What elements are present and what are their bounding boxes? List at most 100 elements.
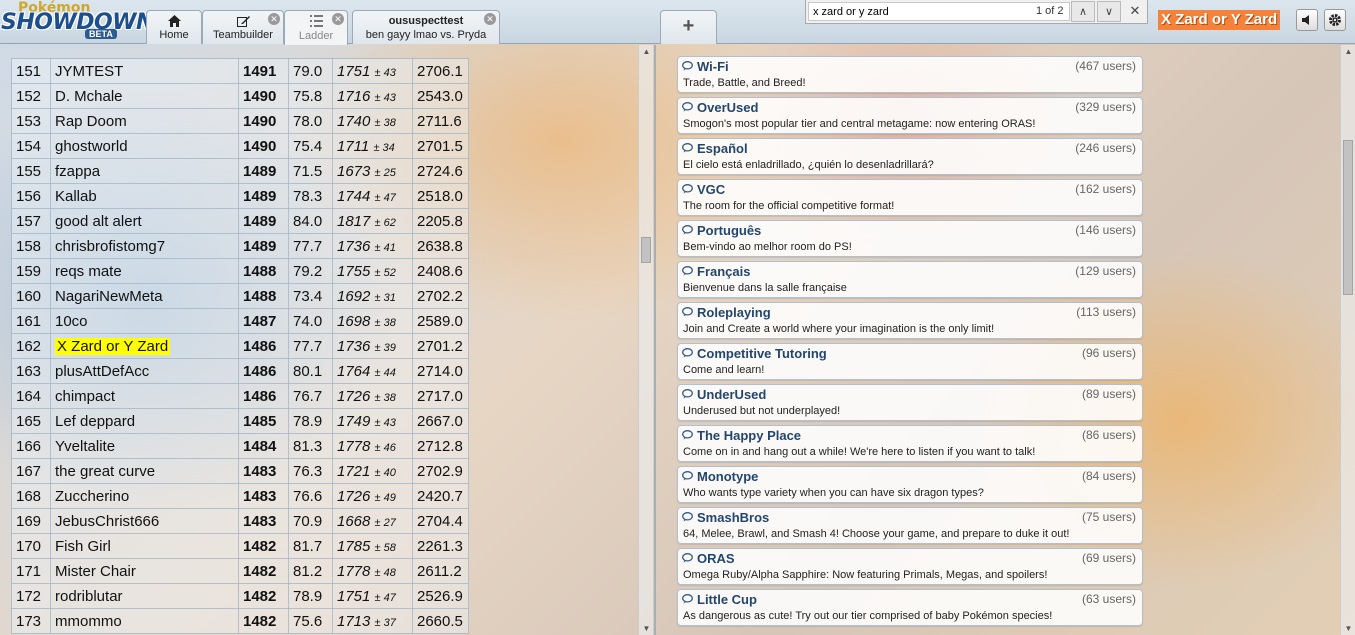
player-name-cell[interactable]: reqs mate	[50, 258, 239, 284]
new-tab-button[interactable]: +	[660, 10, 717, 44]
showdown-logo[interactable]: Pokémon SHOWDOWN BETA	[0, 0, 154, 44]
find-close-button[interactable]: ✕	[1126, 3, 1144, 21]
room-name-text[interactable]: Português	[697, 223, 761, 238]
tab-teambuilder[interactable]: Teambuilder ✕	[202, 10, 284, 44]
player-name-cell[interactable]: JYMTEST	[50, 58, 239, 84]
room-name[interactable]: Roleplaying	[682, 305, 771, 320]
room-name-text[interactable]: Français	[697, 264, 750, 279]
scroll-down-arrow[interactable]: ▼	[1341, 624, 1355, 633]
room-name-text[interactable]: UnderUsed	[697, 387, 766, 402]
room-name[interactable]: UnderUsed	[682, 387, 766, 402]
player-name[interactable]: chrisbrofistomg7	[55, 238, 165, 255]
room-name-text[interactable]: OverUsed	[697, 100, 758, 115]
player-name[interactable]: 10co	[55, 313, 88, 330]
player-name-cell[interactable]: 10co	[50, 308, 239, 334]
player-name[interactable]: Kallab	[55, 188, 97, 205]
room-name[interactable]: OverUsed	[682, 100, 758, 115]
tab-home[interactable]: Home	[146, 10, 202, 44]
player-name[interactable]: Yveltalite	[55, 438, 115, 455]
room-name-text[interactable]: Competitive Tutoring	[697, 346, 827, 361]
player-name[interactable]: JebusChrist666	[55, 513, 159, 530]
player-name-cell[interactable]: D. Mchale	[50, 83, 239, 109]
player-name[interactable]: Zuccherino	[55, 488, 129, 505]
tab-battle[interactable]: oususpecttest ben gayy lmao vs. Pryda ✕	[352, 10, 500, 44]
player-name-cell[interactable]: NagariNewMeta	[50, 283, 239, 309]
close-icon[interactable]: ✕	[332, 13, 344, 25]
player-name-cell[interactable]: rodriblutar	[50, 583, 239, 609]
find-previous-button[interactable]: ∧	[1071, 1, 1095, 22]
player-name-cell[interactable]: the great curve	[50, 458, 239, 484]
room-name[interactable]: ORAS	[682, 551, 735, 566]
scroll-up-arrow[interactable]: ▲	[1341, 47, 1355, 56]
player-name[interactable]: good alt alert	[55, 213, 142, 230]
room-name-text[interactable]: VGC	[697, 182, 725, 197]
player-name[interactable]: Mister Chair	[55, 563, 136, 580]
player-name-cell[interactable]: Zuccherino	[50, 483, 239, 509]
room-entry[interactable]: Roleplaying (113 users) Join and Create a …	[677, 302, 1143, 339]
room-name[interactable]: Français	[682, 264, 750, 279]
room-entry[interactable]: Wi-Fi (467 users) Trade, Battle, and Breed…	[677, 56, 1143, 93]
player-name-cell[interactable]: X Zard or Y Zard	[50, 333, 239, 359]
player-name-cell[interactable]: plusAttDefAcc	[50, 358, 239, 384]
player-name[interactable]: plusAttDefAcc	[55, 363, 149, 380]
room-entry[interactable]: Français (129 users) Bienvenue dans la sal…	[677, 261, 1143, 298]
room-name-text[interactable]: Little Cup	[697, 592, 757, 607]
room-entry[interactable]: The Happy Place (86 users) Come on in and …	[677, 425, 1143, 462]
room-name-text[interactable]: ORAS	[697, 551, 735, 566]
room-name-text[interactable]: The Happy Place	[697, 428, 801, 443]
ladder-scroll-thumb[interactable]	[641, 237, 651, 263]
player-name[interactable]: NagariNewMeta	[55, 288, 163, 305]
player-name[interactable]: reqs mate	[55, 263, 122, 280]
panel-divider[interactable]	[654, 45, 656, 635]
player-name[interactable]: fzappa	[55, 163, 100, 180]
room-name-text[interactable]: Español	[697, 141, 748, 156]
room-entry[interactable]: OverUsed (329 users) Smogon's most popular…	[677, 97, 1143, 134]
username-button[interactable]: X Zard or Y Zard	[1158, 10, 1281, 30]
player-name-cell[interactable]: fzappa	[50, 158, 239, 184]
ladder-scrollbar[interactable]: ▲ ▼	[638, 45, 653, 635]
room-name-text[interactable]: Wi-Fi	[697, 59, 729, 74]
room-entry[interactable]: Monotype (84 users) Who wants type variety…	[677, 466, 1143, 503]
player-name[interactable]: Lef deppard	[55, 413, 135, 430]
tab-ladder[interactable]: Ladder ✕	[284, 10, 348, 45]
rooms-scrollbar[interactable]: ▲ ▼	[1340, 45, 1355, 635]
find-input[interactable]	[808, 2, 1070, 21]
room-name[interactable]: The Happy Place	[682, 428, 801, 443]
player-name-cell[interactable]: ghostworld	[50, 133, 239, 159]
player-name[interactable]: JYMTEST	[55, 63, 123, 80]
player-name-cell[interactable]: Yveltalite	[50, 433, 239, 459]
room-name[interactable]: Little Cup	[682, 592, 757, 607]
room-name[interactable]: Português	[682, 223, 761, 238]
rooms-scroll-thumb[interactable]	[1343, 140, 1353, 295]
close-icon[interactable]: ✕	[484, 13, 496, 25]
find-next-button[interactable]: ∨	[1097, 1, 1121, 22]
room-entry[interactable]: ORAS (69 users) Omega Ruby/Alpha Sapphire:…	[677, 548, 1143, 585]
player-name-cell[interactable]: Fish Girl	[50, 533, 239, 559]
player-name-cell[interactable]: Kallab	[50, 183, 239, 209]
player-name-cell[interactable]: Lef deppard	[50, 408, 239, 434]
room-name[interactable]: VGC	[682, 182, 725, 197]
scroll-down-arrow[interactable]: ▼	[639, 624, 654, 633]
room-entry[interactable]: Competitive Tutoring (96 users) Come and l…	[677, 343, 1143, 380]
player-name[interactable]: Rap Doom	[55, 113, 127, 130]
room-entry[interactable]: SmashBros (75 users) 64, Melee, Brawl, and…	[677, 507, 1143, 544]
room-name[interactable]: Competitive Tutoring	[682, 346, 827, 361]
room-entry[interactable]: UnderUsed (89 users) Underused but not und…	[677, 384, 1143, 421]
player-name[interactable]: ghostworld	[55, 138, 128, 155]
player-name-cell[interactable]: good alt alert	[50, 208, 239, 234]
speaker-icon[interactable]	[1296, 9, 1318, 31]
room-name-text[interactable]: Monotype	[697, 469, 758, 484]
player-name[interactable]: the great curve	[55, 463, 155, 480]
room-name[interactable]: SmashBros	[682, 510, 769, 525]
gear-icon[interactable]	[1324, 9, 1346, 31]
player-name[interactable]: rodriblutar	[55, 588, 123, 605]
scroll-up-arrow[interactable]: ▲	[639, 47, 654, 56]
room-name[interactable]: Español	[682, 141, 748, 156]
player-name[interactable]: D. Mchale	[55, 88, 123, 105]
player-name-cell[interactable]: Mister Chair	[50, 558, 239, 584]
room-name[interactable]: Wi-Fi	[682, 59, 729, 74]
player-name[interactable]: X Zard or Y Zard	[55, 337, 171, 355]
player-name[interactable]: chimpact	[55, 388, 115, 405]
room-entry[interactable]: Little Cup (63 users) As dangerous as cute…	[677, 589, 1143, 626]
player-name-cell[interactable]: JebusChrist666	[50, 508, 239, 534]
